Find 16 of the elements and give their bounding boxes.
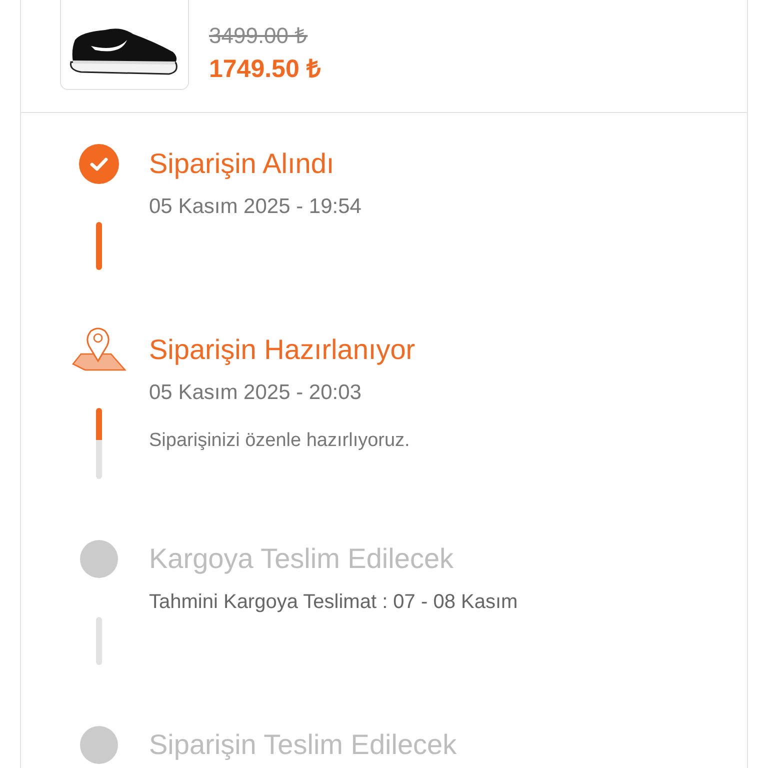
step-title: Siparişin Alındı — [149, 147, 336, 181]
circle-icon — [79, 539, 119, 579]
price: 1749.50 ₺ — [209, 54, 320, 85]
step-title: Kargoya Teslim Edilecek — [149, 542, 455, 576]
old-price: 3499.00 ₺ — [209, 22, 309, 50]
circle-icon — [79, 725, 119, 765]
check-icon — [79, 144, 119, 184]
map-pin-icon — [71, 326, 127, 372]
step-date: Tahmini Kargoya Teslimat : 07 - 08 Kasım — [149, 590, 518, 614]
step-title: Siparişin Hazırlanıyor — [149, 333, 416, 367]
progress-line — [96, 222, 102, 270]
progress-line — [96, 408, 102, 479]
step-note: Siparişinizi özenle hazırlıyoruz. — [149, 429, 411, 453]
step-date: 05 Kasım 2025 - 20:03 — [149, 381, 362, 405]
step-title: Siparişin Teslim Edilecek — [149, 728, 457, 762]
step-date: 05 Kasım 2025 - 19:54 — [149, 195, 362, 219]
